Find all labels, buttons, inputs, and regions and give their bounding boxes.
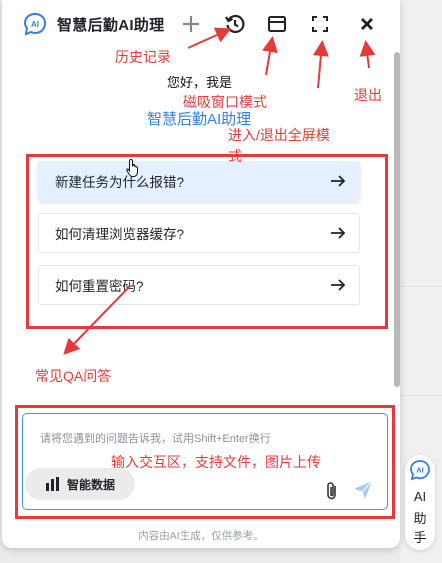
launcher-label: AI	[413, 489, 427, 504]
dock-window-button[interactable]	[264, 11, 290, 37]
svg-text:AI: AI	[416, 466, 424, 475]
annotation-fullscreen: 进入/退出全屏模	[228, 127, 330, 143]
disclaimer-text: 内容由AI生成，仅供参考。	[138, 530, 264, 542]
launcher-label: 助	[413, 511, 427, 526]
annotation-faq: 常见QA问答	[35, 368, 112, 384]
fullscreen-icon	[312, 16, 328, 32]
fullscreen-button[interactable]	[307, 11, 333, 37]
annotation-input: 输入交互区，支持文件，图片上传	[111, 454, 321, 470]
assistant-title: 智慧后勤AI助理	[57, 17, 165, 34]
page-divider	[400, 395, 442, 396]
history-button[interactable]	[222, 11, 248, 37]
ai-assistant-launcher[interactable]: AI AI 助 手	[405, 455, 435, 550]
faq-highlight-box	[26, 154, 388, 329]
close-button[interactable]	[354, 11, 380, 37]
svg-text:AI: AI	[31, 20, 39, 29]
ai-logo-icon: AI	[23, 12, 47, 36]
launcher-label: 手	[413, 530, 427, 545]
annotation-fullscreen-cont: 式	[228, 148, 242, 164]
plus-icon	[183, 16, 199, 32]
ai-logo-icon: AI	[410, 460, 430, 481]
annotation-dock: 磁吸窗口模式	[183, 94, 267, 110]
history-icon	[225, 14, 245, 34]
scrollbar-thumb[interactable]	[394, 52, 400, 387]
greeting-text: 您好，我是	[167, 75, 233, 90]
annotation-exit: 退出	[354, 87, 382, 103]
annotation-history: 历史记录	[115, 49, 171, 65]
dock-window-icon	[268, 16, 286, 32]
page-divider	[400, 286, 442, 287]
new-chat-button[interactable]	[178, 11, 204, 37]
close-icon	[361, 18, 373, 30]
